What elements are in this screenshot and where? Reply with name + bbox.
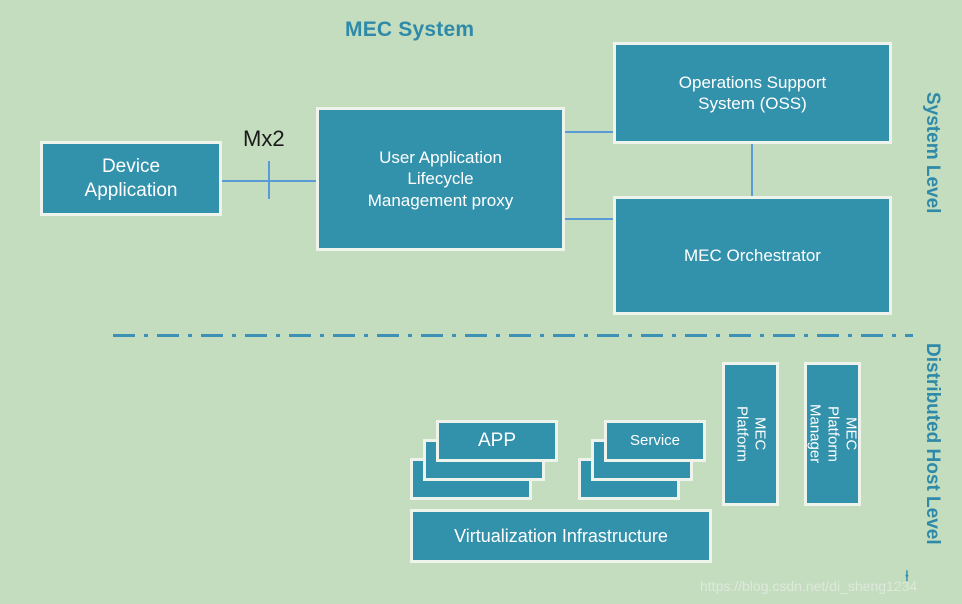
label-system-level: System Level <box>922 92 943 214</box>
csdn-logo-icon: ⍿ <box>905 568 909 585</box>
label-distributed-host-level: Distributed Host Level <box>922 343 943 545</box>
connector-oss-to-orchestrator <box>751 144 753 196</box>
connector-proxy-to-oss <box>565 131 613 133</box>
node-mec-platform-manager-label: MEC Platform Manager <box>806 404 860 464</box>
node-service[interactable]: Service <box>604 420 706 462</box>
node-operations-support-system[interactable]: Operations Support System (OSS) <box>613 42 892 144</box>
node-user-application-lifecycle-management-proxy[interactable]: User Application Lifecycle Management pr… <box>316 107 565 251</box>
node-mec-platform[interactable]: MEC Platform <box>722 362 779 506</box>
node-app[interactable]: APP <box>436 420 558 462</box>
watermark-url: https://blog.csdn.net/di_sheng1234 <box>700 578 918 594</box>
connector-mx2-tick <box>268 161 270 199</box>
node-mec-platform-manager[interactable]: MEC Platform Manager <box>804 362 861 506</box>
connector-label-mx2: Mx2 <box>243 126 285 151</box>
node-device-application[interactable]: Device Application <box>40 141 222 216</box>
diagram-canvas: MEC System Mx2 Device Application User A… <box>0 0 962 604</box>
stack-service: Service <box>578 420 708 500</box>
node-virtualization-infrastructure[interactable]: Virtualization Infrastructure <box>410 509 712 563</box>
node-mec-platform-label: MEC Platform <box>733 406 769 462</box>
stack-app: APP <box>410 420 560 500</box>
connector-proxy-to-orchestrator <box>565 218 613 220</box>
level-divider <box>113 334 913 337</box>
node-mec-orchestrator[interactable]: MEC Orchestrator <box>613 196 892 315</box>
diagram-title: MEC System <box>345 18 475 41</box>
